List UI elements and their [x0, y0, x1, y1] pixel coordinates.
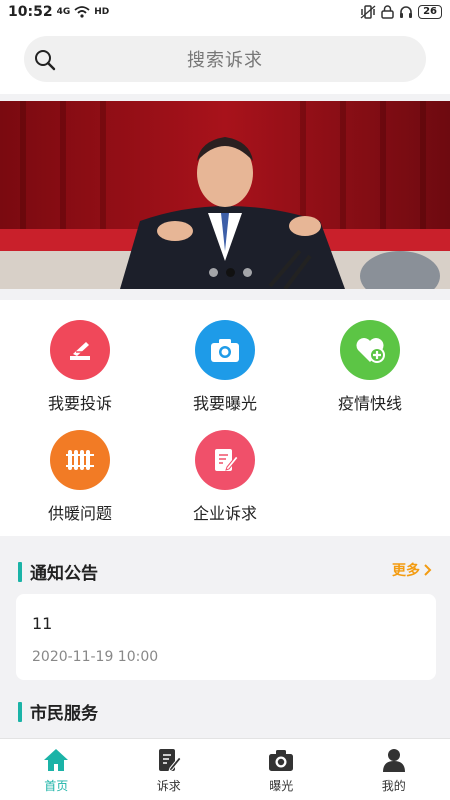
- menu-item-expose[interactable]: 我要曝光: [165, 320, 285, 414]
- tab-home[interactable]: 首页: [0, 739, 113, 800]
- carousel-dot-active[interactable]: [226, 268, 235, 277]
- tab-mine[interactable]: 我的: [338, 739, 450, 800]
- vibrate-icon: [360, 5, 376, 19]
- notice-title-text: 通知公告: [30, 564, 98, 584]
- tab-label: 我的: [381, 779, 406, 793]
- banner-image: [0, 101, 450, 289]
- tab-expose[interactable]: 曝光: [225, 739, 338, 800]
- clock: 10:52: [8, 4, 53, 20]
- status-left: 10:52 4G HD: [8, 4, 109, 20]
- tab-requests[interactable]: 诉求: [113, 739, 226, 800]
- carousel-dots[interactable]: [209, 268, 252, 277]
- edit-doc-icon: [158, 749, 182, 772]
- menu-item-complaint[interactable]: 我要投诉: [20, 320, 140, 414]
- tab-label: 诉求: [156, 779, 181, 793]
- wifi-icon: [74, 6, 90, 18]
- section-accent-bar: [18, 561, 22, 582]
- user-icon: [382, 749, 405, 772]
- bottom-tab-bar: 首页 诉求 曝光 我的: [0, 738, 450, 800]
- tab-label: 首页: [44, 779, 69, 793]
- network-label: 4G: [56, 7, 71, 17]
- services-section-title: 市民服务: [18, 699, 98, 724]
- home-icon: [44, 749, 69, 771]
- notice-card[interactable]: 11 2020-11-19 10:00: [16, 594, 436, 680]
- camera-icon: [195, 320, 255, 380]
- search-icon: [35, 50, 56, 71]
- notice-item-time: 2020-11-19 10:00: [32, 649, 159, 665]
- status-bar: 10:52 4G HD 26: [0, 0, 450, 24]
- status-right: 26: [360, 5, 442, 19]
- complaint-icon: [50, 320, 110, 380]
- heart-plus-icon: [340, 320, 400, 380]
- menu-label: 我要曝光: [192, 394, 257, 413]
- battery-icon: 26: [418, 5, 442, 19]
- menu-item-epidemic[interactable]: 疫情快线: [310, 320, 430, 414]
- carousel-dot[interactable]: [209, 268, 218, 277]
- more-label: 更多: [392, 563, 420, 579]
- menu-item-enterprise[interactable]: 企业诉求: [165, 430, 285, 524]
- menu-item-heating[interactable]: 供暖问题: [20, 430, 140, 524]
- chevron-right-icon: [424, 564, 432, 576]
- search-placeholder: 搜索诉求: [187, 50, 263, 71]
- lock-icon: [381, 5, 394, 19]
- function-grid: 我要投诉 我要曝光 疫情快线 供暖问题 企业诉求: [0, 300, 450, 536]
- menu-label: 疫情快线: [337, 394, 402, 413]
- more-link[interactable]: 更多: [392, 560, 432, 580]
- headphone-icon: [400, 6, 413, 18]
- radiator-icon: [50, 430, 110, 490]
- menu-label: 我要投诉: [47, 394, 112, 413]
- carousel-dot[interactable]: [243, 268, 252, 277]
- notice-item-title: 11: [32, 614, 53, 633]
- edit-icon: [195, 430, 255, 490]
- hd-label: HD: [94, 7, 110, 17]
- notice-section-title: 通知公告: [18, 559, 98, 584]
- search-area: 搜索诉求: [0, 24, 450, 94]
- menu-label: 企业诉求: [192, 504, 257, 523]
- tab-label: 曝光: [269, 779, 294, 793]
- menu-label: 供暖问题: [47, 504, 112, 523]
- camera-icon: [269, 750, 294, 771]
- banner-carousel[interactable]: [0, 101, 450, 289]
- services-title-text: 市民服务: [30, 704, 98, 724]
- section-accent-bar: [18, 701, 22, 722]
- search-input[interactable]: 搜索诉求: [24, 36, 426, 82]
